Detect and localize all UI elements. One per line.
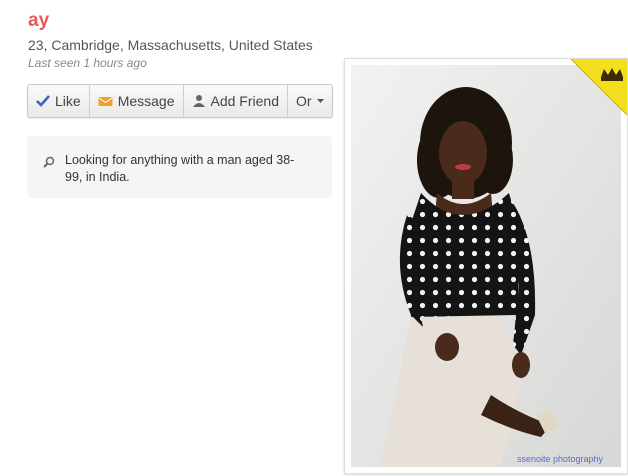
- looking-for-text: Looking for anything with a man aged 38-…: [65, 153, 295, 184]
- looking-for-panel: Looking for anything with a man aged 38-…: [27, 136, 332, 198]
- last-seen: Last seen 1 hours ago: [28, 56, 147, 70]
- like-label: Like: [55, 93, 81, 109]
- search-icon: [43, 155, 55, 173]
- person-icon: [192, 94, 206, 108]
- profile-photo[interactable]: ssenoite photography: [344, 58, 628, 474]
- more-label: Or: [295, 93, 312, 109]
- checkmark-icon: [36, 95, 50, 107]
- profile-photo-image: [351, 65, 621, 467]
- message-icon: [98, 96, 113, 107]
- add-friend-label: Add Friend: [210, 93, 279, 109]
- caret-down-icon: [316, 99, 324, 103]
- message-label: Message: [117, 93, 175, 109]
- more-dropdown-button[interactable]: Or: [288, 85, 332, 117]
- add-friend-button[interactable]: Add Friend: [184, 85, 288, 117]
- action-buttons: Like Message Add Friend Or: [27, 84, 333, 118]
- profile-location: 23, Cambridge, Massachusetts, United Sta…: [28, 37, 313, 53]
- crown-icon: [570, 59, 627, 120]
- like-button[interactable]: Like: [28, 85, 90, 117]
- message-button[interactable]: Message: [90, 85, 184, 117]
- profile-name: ay: [28, 10, 50, 31]
- photo-credit: ssenoite photography: [516, 454, 603, 464]
